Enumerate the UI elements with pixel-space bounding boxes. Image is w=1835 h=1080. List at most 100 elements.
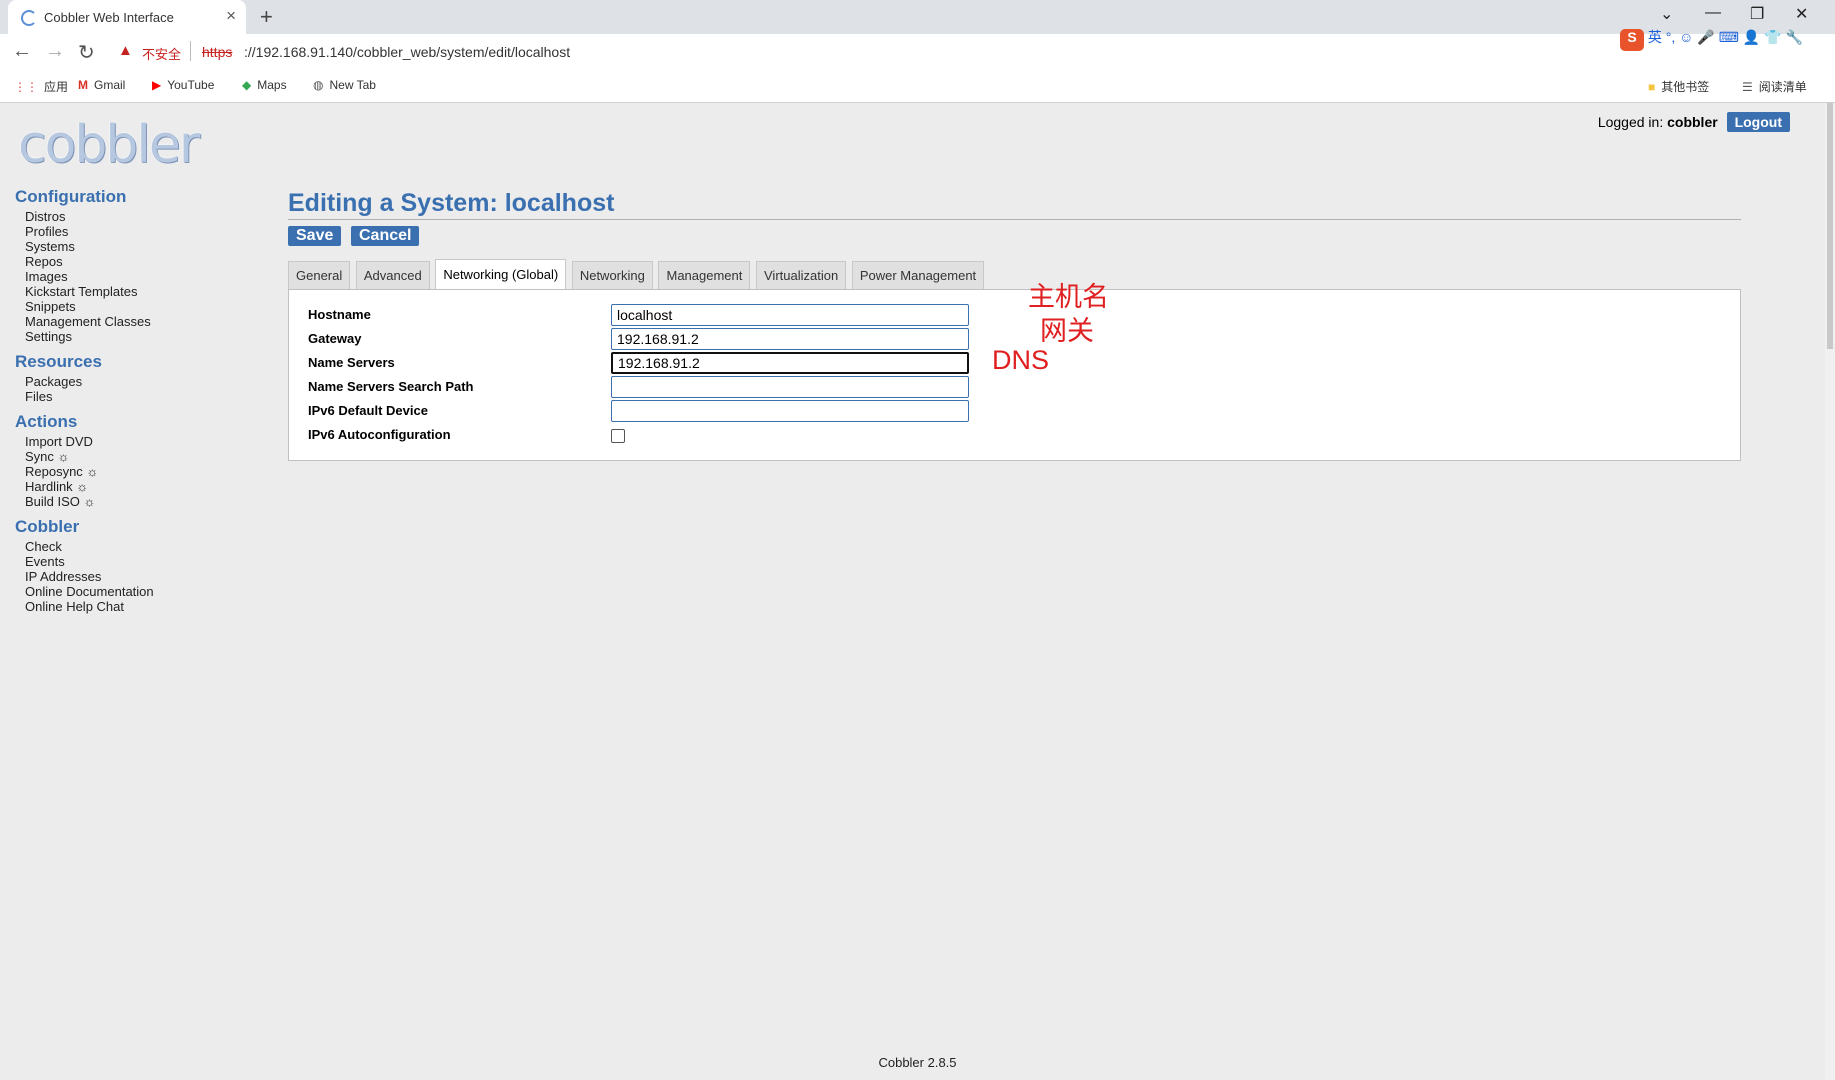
restore-icon[interactable]: ❐ bbox=[1750, 4, 1764, 24]
username: cobbler bbox=[1667, 114, 1718, 130]
tab-management[interactable]: Management bbox=[658, 261, 751, 289]
tab-networking[interactable]: Networking bbox=[571, 261, 653, 289]
insecure-label: 不安全 bbox=[142, 47, 182, 62]
browser-tabstrip: Cobbler Web Interface × + ⌄ — ❐ ✕ bbox=[0, 0, 1835, 34]
sogou-icon[interactable]: S bbox=[1620, 29, 1644, 51]
sidebar-item-packages[interactable]: Packages bbox=[25, 374, 154, 389]
gateway-label: Gateway bbox=[308, 331, 362, 346]
keyboard-icon[interactable]: ⌨ bbox=[1719, 29, 1739, 45]
sidebar-item-snippets[interactable]: Snippets bbox=[25, 299, 154, 314]
maps-icon: ◆ bbox=[242, 78, 252, 92]
sidebar-item-reposync[interactable]: Reposync ☼ bbox=[25, 464, 154, 479]
name-servers-field[interactable]: 192.168.91.2 bbox=[611, 352, 969, 374]
back-icon[interactable]: ← bbox=[12, 40, 32, 63]
hostname-label: Hostname bbox=[308, 307, 371, 322]
page-title: Editing a System: localhost bbox=[288, 187, 1741, 220]
loading-icon bbox=[21, 10, 37, 26]
bookmarks-bar: ⋮⋮ 应用 M Gmail ▶ YouTube ◆ Maps ◍ New Tab ■ 其他书… bbox=[0, 70, 1835, 103]
tab-networking-global[interactable]: Networking (Global) bbox=[435, 259, 567, 290]
name-servers-label: Name Servers bbox=[308, 355, 395, 370]
tab-title: Cobbler Web Interface bbox=[44, 10, 174, 25]
bookmark-maps[interactable]: ◆ Maps bbox=[242, 78, 287, 92]
sidebar-item-distros[interactable]: Distros bbox=[25, 209, 154, 224]
page-scrollbar[interactable] bbox=[1825, 103, 1835, 1080]
reload-icon[interactable]: ↻ bbox=[78, 40, 95, 65]
sidebar-item-check[interactable]: Check bbox=[25, 539, 154, 554]
sidebar-item-import-dvd[interactable]: Import DVD bbox=[25, 434, 154, 449]
sidebar-item-online-documentation[interactable]: Online Documentation bbox=[25, 584, 154, 599]
sidebar-section-cobbler: Cobbler bbox=[15, 517, 80, 536]
scrollbar-thumb[interactable] bbox=[1827, 103, 1833, 349]
reading-list-icon: ☰ bbox=[1742, 80, 1753, 94]
browser-toolbar: ← → ↻ ▲ 不安全 https ://192.168.91.140/cobb… bbox=[0, 34, 1835, 70]
warning-icon: ▲ bbox=[118, 42, 133, 59]
sidebar-item-repos[interactable]: Repos bbox=[25, 254, 154, 269]
ipv6-autoconf-label: IPv6 Autoconfiguration bbox=[308, 427, 451, 442]
sidebar-item-hardlink[interactable]: Hardlink ☼ bbox=[25, 479, 154, 494]
annotation-dns: DNS bbox=[992, 345, 1050, 375]
ipv6-device-field[interactable] bbox=[611, 400, 969, 422]
ime-language[interactable]: 英 bbox=[1648, 29, 1662, 45]
sidebar-item-events[interactable]: Events bbox=[25, 554, 154, 569]
close-tab-icon[interactable]: × bbox=[226, 6, 236, 26]
user-icon[interactable]: 👤 bbox=[1743, 29, 1760, 45]
sidebar-item-files[interactable]: Files bbox=[25, 389, 154, 404]
sidebar-item-ip-addresses[interactable]: IP Addresses bbox=[25, 569, 154, 584]
tab-search-icon[interactable]: ⌄ bbox=[1660, 4, 1673, 24]
system-tabs: General Advanced Networking (Global) Net… bbox=[288, 258, 1741, 290]
ime-toolbar[interactable]: S 英 °, ☺ 🎤 ⌨ 👤 👕 🔧 bbox=[1620, 27, 1803, 51]
emoji-icon[interactable]: ☺ bbox=[1679, 29, 1693, 45]
sidebar-item-kickstart-templates[interactable]: Kickstart Templates bbox=[25, 284, 154, 299]
browser-tab[interactable]: Cobbler Web Interface × bbox=[8, 0, 246, 34]
hostname-field[interactable]: localhost bbox=[611, 304, 969, 326]
sidebar-section-resources: Resources bbox=[15, 352, 102, 371]
bookmark-other[interactable]: ■ 其他书签 bbox=[1648, 78, 1709, 95]
forward-icon[interactable]: → bbox=[45, 40, 65, 63]
search-path-label: Name Servers Search Path bbox=[308, 379, 474, 394]
sidebar-item-sync[interactable]: Sync ☼ bbox=[25, 449, 154, 464]
logout-button[interactable]: Logout bbox=[1726, 112, 1790, 132]
sidebar-item-online-help-chat[interactable]: Online Help Chat bbox=[25, 599, 154, 614]
address-separator bbox=[190, 41, 191, 61]
bookmark-youtube[interactable]: ▶ YouTube bbox=[152, 78, 214, 92]
tab-virtualization[interactable]: Virtualization bbox=[756, 261, 847, 289]
reading-list[interactable]: ☰ 阅读清单 bbox=[1742, 78, 1807, 95]
search-path-field[interactable] bbox=[611, 376, 969, 398]
tab-general[interactable]: General bbox=[288, 261, 351, 289]
bookmark-newtab[interactable]: ◍ New Tab bbox=[313, 78, 376, 92]
globe-icon: ◍ bbox=[313, 78, 324, 92]
sidebar-section-actions: Actions bbox=[15, 412, 78, 431]
footer-version: Cobbler 2.8.5 bbox=[878, 1055, 957, 1070]
cobbler-logo[interactable]: cobbler bbox=[18, 115, 200, 175]
bookmark-gmail[interactable]: M Gmail bbox=[78, 78, 125, 92]
save-button[interactable]: Save bbox=[288, 226, 342, 246]
sidebar-item-systems[interactable]: Systems bbox=[25, 239, 154, 254]
youtube-icon: ▶ bbox=[152, 78, 162, 92]
close-window-icon[interactable]: ✕ bbox=[1795, 4, 1808, 24]
sidebar-item-settings[interactable]: Settings bbox=[25, 329, 154, 344]
minimize-icon[interactable]: — bbox=[1705, 4, 1721, 22]
main-content: Editing a System: localhost Save Cancel … bbox=[288, 187, 1741, 461]
punctuation-icon[interactable]: °, bbox=[1666, 29, 1676, 45]
folder-icon: ■ bbox=[1648, 80, 1656, 94]
address-bar[interactable]: ▲ 不安全 https ://192.168.91.140/cobbler_we… bbox=[110, 39, 1670, 66]
wrench-icon[interactable]: 🔧 bbox=[1785, 29, 1802, 45]
microphone-icon[interactable]: 🎤 bbox=[1697, 29, 1714, 45]
cobbler-page: cobbler Logged in: cobbler Logout Config… bbox=[0, 103, 1835, 1080]
sidebar-item-management-classes[interactable]: Management Classes bbox=[25, 314, 154, 329]
sidebar-item-images[interactable]: Images bbox=[25, 269, 154, 284]
new-tab-icon[interactable]: + bbox=[260, 4, 273, 30]
tab-advanced[interactable]: Advanced bbox=[355, 261, 430, 289]
sidebar-item-build-iso[interactable]: Build ISO ☼ bbox=[25, 494, 154, 509]
ipv6-device-label: IPv6 Default Device bbox=[308, 403, 428, 418]
url-text: ://192.168.91.140/cobbler_web/system/edi… bbox=[244, 44, 571, 60]
bookmark-apps[interactable]: ⋮⋮ 应用 bbox=[14, 78, 68, 95]
action-buttons: Save Cancel bbox=[288, 226, 1741, 248]
gateway-field[interactable]: 192.168.91.2 bbox=[611, 328, 969, 350]
skin-icon[interactable]: 👕 bbox=[1764, 29, 1781, 45]
ipv6-autoconf-checkbox[interactable] bbox=[611, 429, 625, 443]
sidebar-item-profiles[interactable]: Profiles bbox=[25, 224, 154, 239]
cancel-button[interactable]: Cancel bbox=[351, 226, 420, 246]
gmail-icon: M bbox=[78, 78, 88, 92]
tab-power-management[interactable]: Power Management bbox=[851, 261, 985, 289]
